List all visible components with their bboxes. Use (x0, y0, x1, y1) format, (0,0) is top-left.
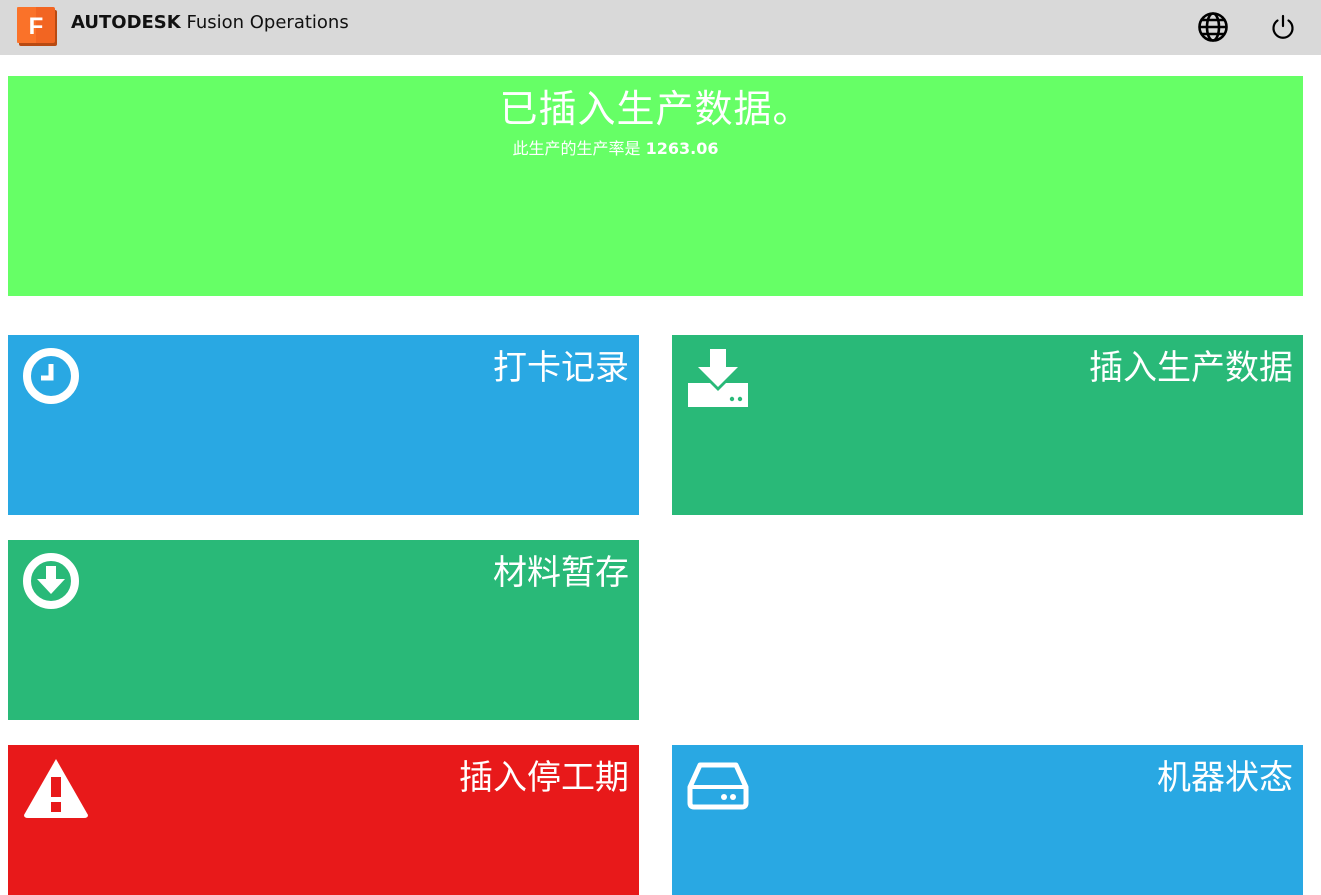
tile-insert-production-data[interactable]: 插入生产数据 (672, 335, 1303, 515)
brand-product: Fusion Operations (180, 12, 349, 33)
download-tray-icon (686, 347, 752, 409)
tile-label: 材料暂存 (493, 553, 629, 593)
tile-label: 插入生产数据 (1089, 348, 1293, 388)
production-rate-value: 1263.06 (645, 139, 719, 158)
tile-material-staging[interactable]: 材料暂存 (8, 540, 639, 720)
globe-icon[interactable] (1196, 10, 1230, 44)
warning-icon (22, 757, 88, 819)
tile-label: 机器状态 (1157, 758, 1293, 798)
clock-icon (22, 347, 88, 409)
production-rate-label: 此生产的生产率是 (512, 139, 646, 158)
success-banner: 已插入生产数据。 此生产的生产率是 1263.06 (8, 76, 1303, 296)
logo-letter: F (29, 13, 44, 40)
banner-subtitle: 此生产的生产率是 1263.06 (8, 138, 1303, 160)
hard-drive-icon (686, 757, 752, 819)
top-bar: F AUTODESK Fusion Operations (0, 0, 1321, 55)
tile-label: 插入停工期 (459, 758, 629, 798)
tile-insert-downtime[interactable]: 插入停工期 (8, 745, 639, 895)
fusion-logo-icon: F (17, 7, 60, 47)
tile-clock-records[interactable]: 打卡记录 (8, 335, 639, 515)
power-icon[interactable] (1266, 10, 1300, 44)
tile-label: 打卡记录 (493, 348, 629, 388)
banner-title: 已插入生产数据。 (499, 87, 812, 131)
tile-machine-status[interactable]: 机器状态 (672, 745, 1303, 895)
brand-bold: AUTODESK (71, 12, 181, 33)
circle-download-icon (22, 552, 88, 614)
app-brand: AUTODESK Fusion Operations (71, 11, 349, 35)
